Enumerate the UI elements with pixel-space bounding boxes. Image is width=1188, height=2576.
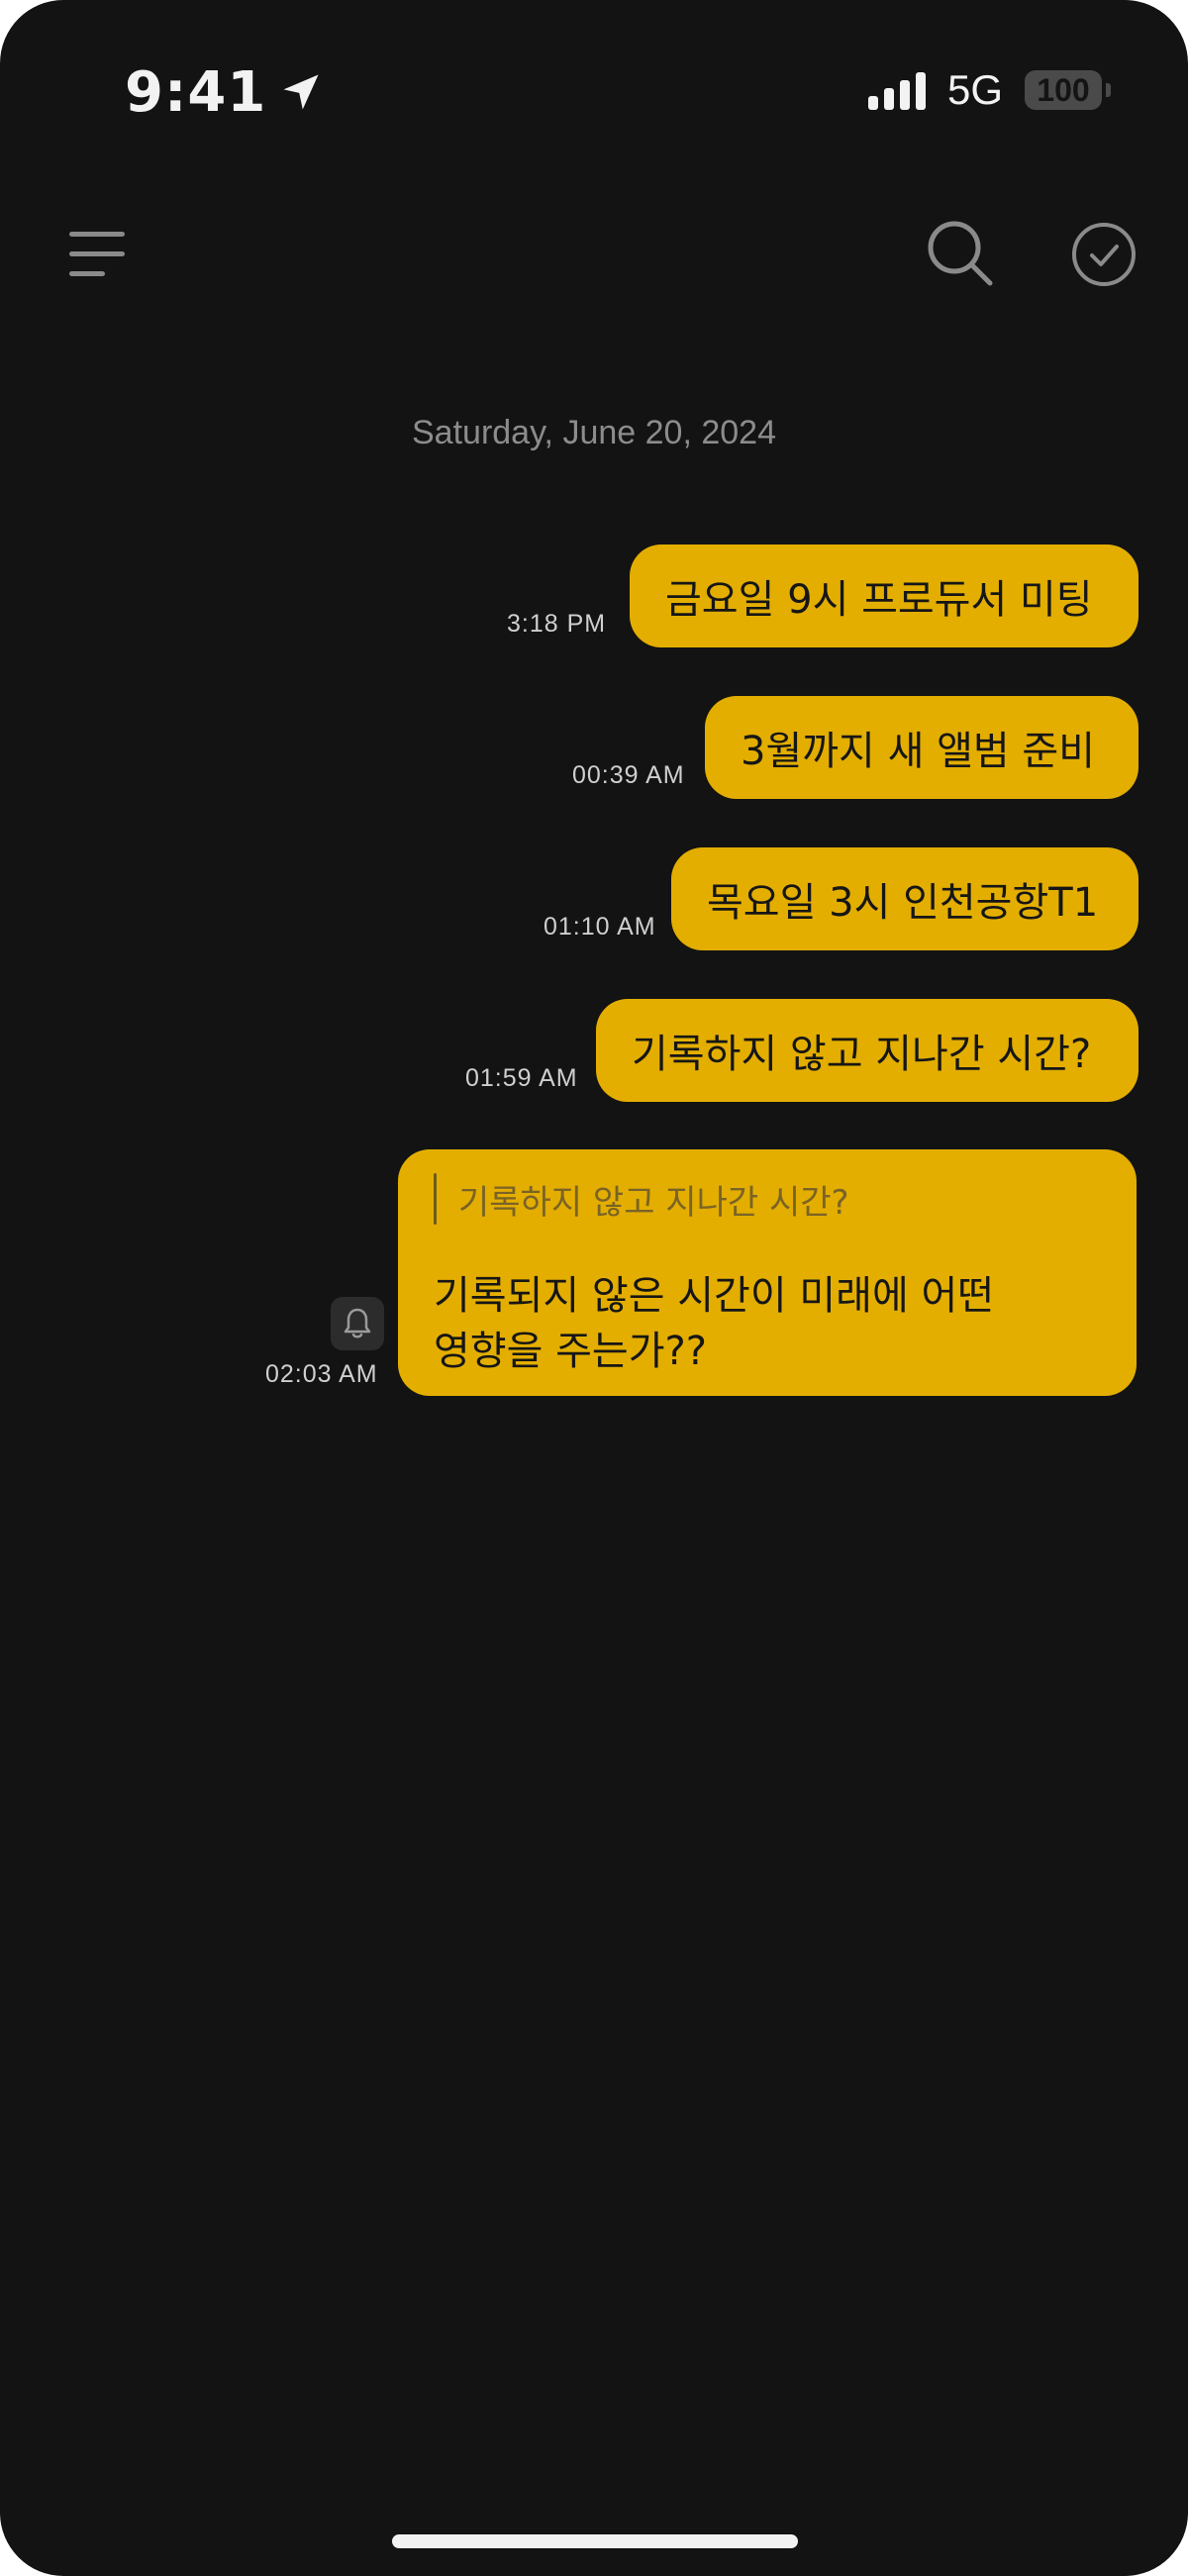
battery-icon: 100 xyxy=(1025,70,1111,110)
date-header: Saturday, June 20, 2024 xyxy=(412,414,776,451)
reply-text: 기록되지 않은 시간이 미래에 어떤 영향을 주는가?? xyxy=(434,1273,995,1374)
location-arrow-icon xyxy=(283,74,319,110)
network-type: 5G xyxy=(946,66,1003,113)
phone-screen: 9:41 5G 100 Saturday, June 20, 2024 금요일 … xyxy=(0,0,1188,2576)
message-text: 기록하지 않고 지나간 시간? xyxy=(632,1032,1092,1077)
cellular-signal-icon xyxy=(867,70,926,110)
message-bubble[interactable]: 금요일 9시 프로듀서 미팅 xyxy=(630,545,1138,647)
message-bubble[interactable]: 3월까지 새 앨범 준비 xyxy=(705,696,1138,799)
message-time: 02:03 AM xyxy=(265,1360,378,1388)
message-time: 01:59 AM xyxy=(465,1064,578,1092)
message-bubble[interactable]: 기록하지 않고 지나간 시간? xyxy=(596,999,1138,1102)
message-time: 00:39 AM xyxy=(572,761,685,789)
bell-icon xyxy=(344,1308,371,1338)
select-button[interactable] xyxy=(1069,220,1138,289)
message-text: 3월까지 새 앨범 준비 xyxy=(741,729,1095,774)
menu-button[interactable] xyxy=(61,218,137,289)
hamburger-icon xyxy=(69,232,125,237)
battery-level: 100 xyxy=(1025,70,1102,110)
message-text: 목요일 3시 인천공항T1 xyxy=(707,880,1099,926)
message-time: 01:10 AM xyxy=(544,913,656,941)
status-indicators: 5G 100 xyxy=(867,59,1111,121)
quoted-message[interactable]: 기록하지 않고 지나간 시간? xyxy=(434,1173,1097,1225)
status-time-text: 9:41 xyxy=(125,59,267,125)
message-text: 금요일 9시 프로듀서 미팅 xyxy=(665,577,1093,623)
search-button[interactable] xyxy=(923,216,1000,293)
message-bubble[interactable]: 목요일 3시 인천공항T1 xyxy=(671,847,1138,950)
quoted-text: 기록하지 않고 지나간 시간? xyxy=(458,1182,849,1223)
quote-bar xyxy=(434,1173,437,1225)
message-time: 3:18 PM xyxy=(507,610,607,638)
status-time: 9:41 xyxy=(125,57,322,127)
home-indicator[interactable] xyxy=(392,2534,798,2548)
search-icon xyxy=(928,221,993,286)
reply-message-bubble[interactable]: 기록하지 않고 지나간 시간? 기록되지 않은 시간이 미래에 어떤 영향을 주… xyxy=(398,1149,1137,1396)
check-circle-icon xyxy=(1072,223,1136,286)
reminder-badge[interactable] xyxy=(331,1297,384,1350)
